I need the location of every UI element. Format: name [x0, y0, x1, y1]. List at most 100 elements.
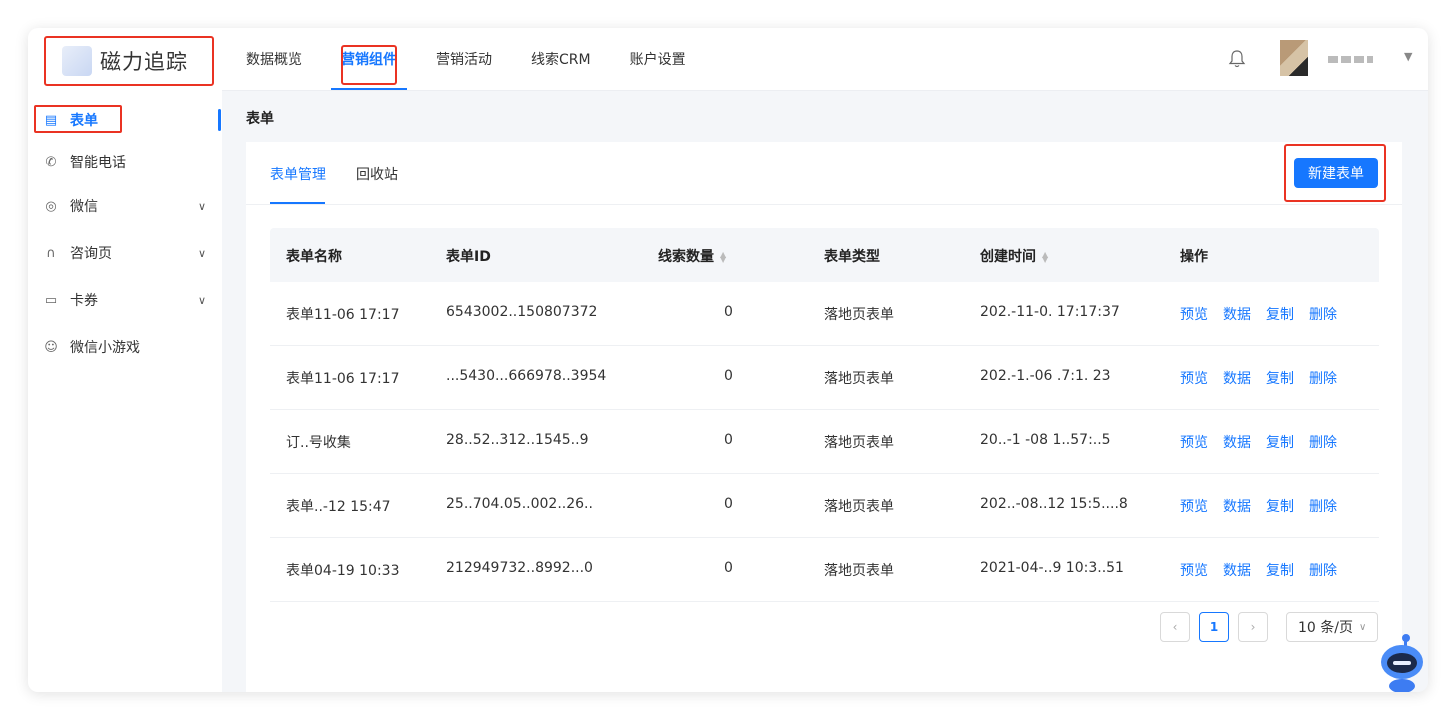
chevron-right-icon: › — [1250, 620, 1256, 634]
data-link[interactable]: 数据 — [1223, 304, 1251, 324]
lead-count: 0 — [724, 368, 733, 384]
tab-bar: 表单管理 回收站 新建表单 — [246, 142, 1402, 205]
avatar[interactable] — [1280, 40, 1308, 76]
nav-label: 账户设置 — [629, 52, 686, 68]
data-link[interactable]: 数据 — [1223, 432, 1251, 452]
chevron-down-icon[interactable]: ▼ — [1404, 50, 1412, 63]
form-list-card: 表单管理 回收站 新建表单 表单名称 表单ID 线索数量 ▲ ▼ 表单类型 创建时间… — [246, 142, 1402, 692]
assistant-robot-icon[interactable] — [1378, 632, 1428, 692]
sidebar-item-consult-page[interactable]: ∩ 咨询页 ∨ — [28, 233, 222, 273]
nav-item-leads-crm[interactable]: 线索CRM — [521, 28, 601, 90]
sidebar-item-wechat-minigame[interactable]: ☺ 微信小游戏 — [28, 327, 222, 367]
form-name: 订..号收集 — [286, 435, 351, 451]
form-type: 落地页表单 — [824, 563, 894, 579]
sidebar: ▤ 表单 ✆ 智能电话 ◎ 微信 ∨ ∩ 咨询页 ∨ ▭ 卡券 ∨ ☺ 微信小游… — [28, 90, 222, 692]
delete-link[interactable]: 删除 — [1309, 560, 1337, 580]
lead-count: 0 — [724, 304, 733, 320]
nav-label: 数据概览 — [246, 52, 302, 68]
chevron-down-icon: ∨ — [197, 199, 206, 213]
sidebar-item-form[interactable]: ▤ 表单 — [28, 100, 222, 140]
top-bar: 磁力追踪 数据概览 营销组件 营销活动 线索CRM 账户设置 ▼ — [28, 28, 1428, 91]
column-header-type: 表单类型 — [824, 249, 880, 265]
nav-item-overview[interactable]: 数据概览 — [236, 28, 312, 90]
column-header-name: 表单名称 — [286, 249, 342, 265]
lead-count: 0 — [724, 496, 733, 512]
preview-link[interactable]: 预览 — [1180, 432, 1208, 452]
column-header-id: 表单ID — [446, 249, 491, 265]
copy-link[interactable]: 复制 — [1266, 304, 1294, 324]
created-time: 202.-11-0. 17:17:37 — [980, 304, 1120, 320]
page-size-select[interactable]: 10 条/页 ∨ — [1286, 612, 1378, 642]
preview-link[interactable]: 预览 — [1180, 368, 1208, 388]
form-type: 落地页表单 — [824, 435, 894, 451]
form-id: 28..52..312..1545..9 — [446, 432, 589, 448]
nav-label: 线索CRM — [531, 52, 591, 68]
column-header-lead-count-wrap[interactable]: 线索数量 ▲ ▼ — [658, 246, 726, 266]
created-time: 20..-1 -08 1..57:..5 — [980, 432, 1111, 448]
copy-link[interactable]: 复制 — [1266, 432, 1294, 452]
sidebar-item-label: 微信小游戏 — [70, 340, 140, 356]
sort-icon[interactable]: ▲ ▼ — [720, 251, 726, 264]
sidebar-item-smart-phone[interactable]: ✆ 智能电话 — [28, 142, 222, 182]
nav-item-account-settings[interactable]: 账户设置 — [620, 28, 696, 90]
table-row: 表单11-06 17:17 ...5430...666978..3954 0 落… — [270, 346, 1379, 410]
delete-link[interactable]: 删除 — [1309, 304, 1337, 324]
copy-link[interactable]: 复制 — [1266, 368, 1294, 388]
brand-logo[interactable]: 磁力追踪 — [44, 36, 214, 86]
column-header-actions: 操作 — [1180, 249, 1208, 265]
column-header-created: 创建时间 — [980, 249, 1036, 265]
data-link[interactable]: 数据 — [1223, 496, 1251, 516]
form-name: 表单..-12 15:47 — [286, 499, 391, 515]
lead-count: 0 — [724, 432, 733, 448]
tab-active-indicator — [270, 202, 325, 204]
form-name: 表单11-06 17:17 — [286, 307, 400, 323]
new-form-button[interactable]: 新建表单 — [1294, 158, 1378, 188]
chevron-down-icon: ∨ — [197, 293, 206, 307]
sidebar-item-label: 卡券 — [70, 293, 98, 309]
nav-label: 营销活动 — [436, 52, 492, 68]
form-id: ...5430...666978..3954 — [446, 368, 607, 384]
top-nav: 数据概览 营销组件 营销活动 线索CRM 账户设置 — [236, 28, 715, 90]
table-row: 表单..-12 15:47 25..704.05..002..26.. 0 落地… — [270, 474, 1379, 538]
preview-link[interactable]: 预览 — [1180, 304, 1208, 324]
sidebar-item-label: 智能电话 — [70, 155, 126, 171]
bell-icon[interactable] — [1228, 49, 1246, 69]
tab-recycle-bin[interactable]: 回收站 — [356, 164, 398, 184]
sidebar-item-wechat[interactable]: ◎ 微信 ∨ — [28, 186, 222, 226]
sidebar-item-coupon[interactable]: ▭ 卡券 ∨ — [28, 280, 222, 320]
tab-form-management[interactable]: 表单管理 — [270, 164, 326, 184]
created-time: 202.-1.-06 .7:1. 23 — [980, 368, 1111, 384]
copy-link[interactable]: 复制 — [1266, 496, 1294, 516]
delete-link[interactable]: 删除 — [1309, 368, 1337, 388]
delete-link[interactable]: 删除 — [1309, 496, 1337, 516]
phone-icon: ✆ — [45, 154, 57, 170]
form-name: 表单04-19 10:33 — [286, 563, 400, 579]
sort-icon[interactable]: ▲ ▼ — [1042, 251, 1048, 264]
next-page-button[interactable]: › — [1238, 612, 1268, 642]
table-row: 订..号收集 28..52..312..1545..9 0 落地页表单 20..… — [270, 410, 1379, 474]
delete-link[interactable]: 删除 — [1309, 432, 1337, 452]
headset-icon: ∩ — [46, 245, 56, 261]
page-title: 表单 — [246, 111, 274, 127]
brand-logo-mark — [62, 46, 92, 76]
preview-link[interactable]: 预览 — [1180, 560, 1208, 580]
data-link[interactable]: 数据 — [1223, 560, 1251, 580]
data-link[interactable]: 数据 — [1223, 368, 1251, 388]
chevron-down-icon: ∨ — [197, 246, 206, 260]
table-header: 表单名称 表单ID 线索数量 ▲ ▼ 表单类型 创建时间 ▲ ▼ 操作 — [270, 228, 1379, 282]
copy-link[interactable]: 复制 — [1266, 560, 1294, 580]
form-id: 6543002..150807372 — [446, 304, 598, 320]
nav-item-marketing-activities[interactable]: 营销活动 — [426, 28, 502, 90]
nav-item-marketing-components[interactable]: 营销组件 — [331, 28, 407, 90]
page-number-button[interactable]: 1 — [1199, 612, 1229, 642]
preview-link[interactable]: 预览 — [1180, 496, 1208, 516]
prev-page-button[interactable]: ‹ — [1160, 612, 1190, 642]
chevron-left-icon: ‹ — [1172, 620, 1178, 634]
form-type: 落地页表单 — [824, 307, 894, 323]
wechat-icon: ◎ — [45, 198, 57, 214]
form-icon: ▤ — [44, 112, 58, 128]
brand-name: 磁力追踪 — [100, 50, 188, 74]
user-name-redacted[interactable] — [1328, 56, 1376, 63]
forms-table: 表单名称 表单ID 线索数量 ▲ ▼ 表单类型 创建时间 ▲ ▼ 操作 表单11-06 … — [270, 228, 1379, 602]
column-header-created-wrap[interactable]: 创建时间 ▲ ▼ — [980, 246, 1048, 266]
